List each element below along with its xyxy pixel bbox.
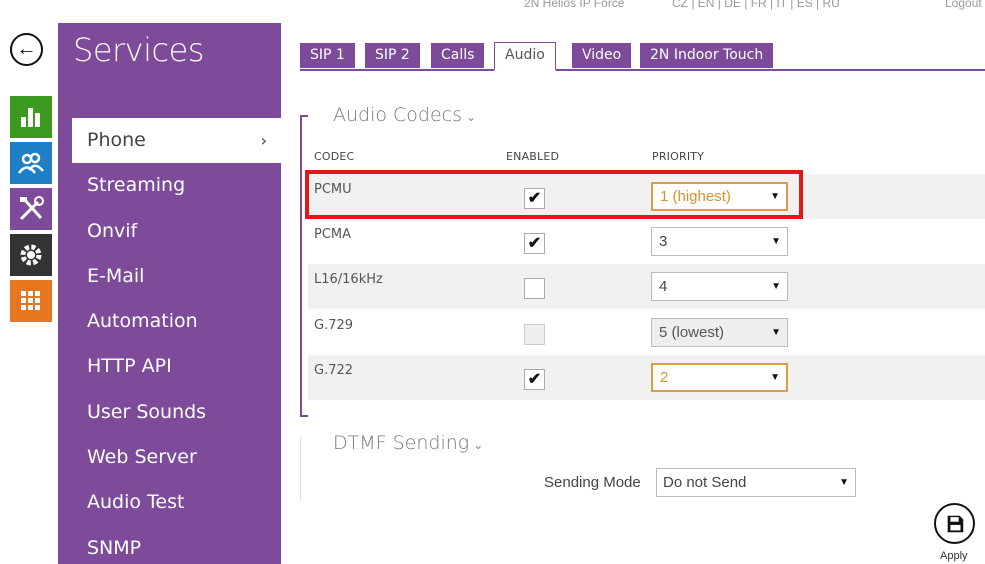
tab-sip-2[interactable]: SIP 2 [365,43,420,68]
users-icon[interactable] [10,142,52,184]
sidebar-item-label: Streaming [87,174,186,197]
gear-icon[interactable] [10,234,52,276]
audio-codecs-title[interactable]: Audio Codecs ⌄ [333,104,476,126]
dropdown-arrow-icon: ▼ [770,372,780,383]
priority-select[interactable]: 3 ▼ [651,227,788,256]
section-border-bottom [300,415,308,417]
sidebar-item-phone[interactable]: Phone › [72,118,281,164]
sidebar-item-label: SNMP [87,536,142,559]
codec-name: PCMU [314,182,352,197]
sidebar-item-streaming[interactable]: Streaming [72,163,281,208]
sidebar-item-label: HTTP API [87,355,172,378]
page-title: Services [73,31,204,69]
dtmf-sending-title-text: DTMF Sending [333,432,470,454]
sidebar-item-automation[interactable]: Automation [72,299,281,344]
sidebar-item-audio-test[interactable]: Audio Test [72,480,281,525]
check-icon: ✔ [527,234,542,252]
priority-select[interactable]: 4 ▼ [651,272,788,301]
sidebar-item-email[interactable]: E-Mail [72,254,281,299]
tab-audio[interactable]: Audio [494,42,556,71]
sidebar-item-web-server[interactable]: Web Server [72,435,281,480]
chevron-right-icon: › [260,131,267,150]
dtmf-section-border [300,437,301,500]
enabled-checkbox[interactable]: ✔ [524,233,545,254]
tab-video[interactable]: Video [572,43,632,68]
priority-select[interactable]: 2 ▼ [651,363,788,392]
apply-button[interactable] [934,503,975,544]
sidebar-item-label: Audio Test [87,491,185,514]
tools-icon[interactable] [10,188,52,230]
codec-name: L16/16kHz [314,272,383,287]
enabled-checkbox [524,324,545,345]
priority-value: 5 (lowest) [659,324,725,341]
check-icon: ✔ [527,189,542,207]
sending-mode-label: Sending Mode [544,474,641,491]
check-icon: ✔ [527,370,542,388]
services-sidebar: Services Phone › Streaming Onvif E-Mail … [58,23,281,564]
sidebar-item-label: Web Server [87,446,197,469]
column-header-enabled: ENABLED [506,150,560,163]
sending-mode-select[interactable]: Do not Send ▼ [656,468,856,497]
table-row: PCMU ✔ 1 (highest) ▼ [308,174,985,219]
icon-rail: ← [0,0,58,564]
chevron-down-icon: ⌄ [473,438,484,452]
column-header-codec: CODEC [314,150,355,163]
tab-calls[interactable]: Calls [431,43,485,68]
tab-2n-indoor-touch[interactable]: 2N Indoor Touch [640,43,774,68]
enabled-checkbox[interactable]: ✔ [524,369,545,390]
services-menu: Phone › Streaming Onvif E-Mail Automatio… [72,118,281,564]
dropdown-arrow-icon: ▼ [839,477,849,488]
sidebar-item-http-api[interactable]: HTTP API [72,344,281,389]
logout-link[interactable]: Logout [945,0,982,10]
section-border [300,115,302,417]
status-icon[interactable] [10,96,52,138]
priority-value: 1 (highest) [660,188,731,205]
priority-select[interactable]: 1 (highest) ▼ [651,182,788,211]
priority-value: 2 [660,369,669,386]
sending-mode-value: Do not Send [663,474,747,491]
sidebar-item-label: Phone [87,129,146,151]
dropdown-arrow-icon: ▼ [770,191,780,202]
codec-name: G.729 [314,318,354,333]
sidebar-item-label: E-Mail [87,264,145,287]
dtmf-sending-title[interactable]: DTMF Sending ⌄ [333,432,483,454]
priority-value: 4 [659,278,668,295]
enabled-checkbox[interactable] [524,278,545,299]
sidebar-item-label: Onvif [87,219,138,242]
language-selector[interactable]: CZ | EN | DE | FR | IT | ES | RU [672,0,840,10]
column-header-priority: PRIORITY [652,150,705,163]
back-button[interactable]: ← [10,33,43,66]
phone-tabs: SIP 1 SIP 2 Calls Audio Video 2N Indoor … [300,42,985,71]
enabled-checkbox[interactable]: ✔ [524,188,545,209]
tab-sip-1[interactable]: SIP 1 [300,43,355,68]
grid-icon[interactable] [10,280,52,322]
sidebar-item-label: Automation [87,310,198,333]
chevron-down-icon: ⌄ [466,110,477,124]
sidebar-item-snmp[interactable]: SNMP [72,526,281,564]
top-bar: 2N Helios IP Force CZ | EN | DE | FR | I… [300,0,985,10]
dropdown-arrow-icon: ▼ [771,327,781,338]
table-row: L16/16kHz 4 ▼ [308,264,985,309]
save-icon [947,515,963,532]
table-row: G.729 5 (lowest) ▼ [308,310,985,355]
sidebar-item-onvif[interactable]: Onvif [72,209,281,254]
section-border-top [300,115,308,117]
audio-codecs-title-text: Audio Codecs [333,104,463,126]
codec-name: PCMA [314,227,352,242]
table-row: PCMA ✔ 3 ▼ [308,219,985,264]
dropdown-arrow-icon: ▼ [771,281,781,292]
table-row: G.722 ✔ 2 ▼ [308,355,985,400]
sidebar-item-label: User Sounds [87,400,207,423]
sidebar-item-user-sounds[interactable]: User Sounds [72,390,281,435]
priority-value: 3 [659,233,668,250]
dropdown-arrow-icon: ▼ [771,236,781,247]
device-name: 2N Helios IP Force [524,0,625,10]
codec-name: G.722 [314,363,354,378]
apply-label: Apply [940,550,968,562]
priority-select: 5 (lowest) ▼ [651,318,788,347]
